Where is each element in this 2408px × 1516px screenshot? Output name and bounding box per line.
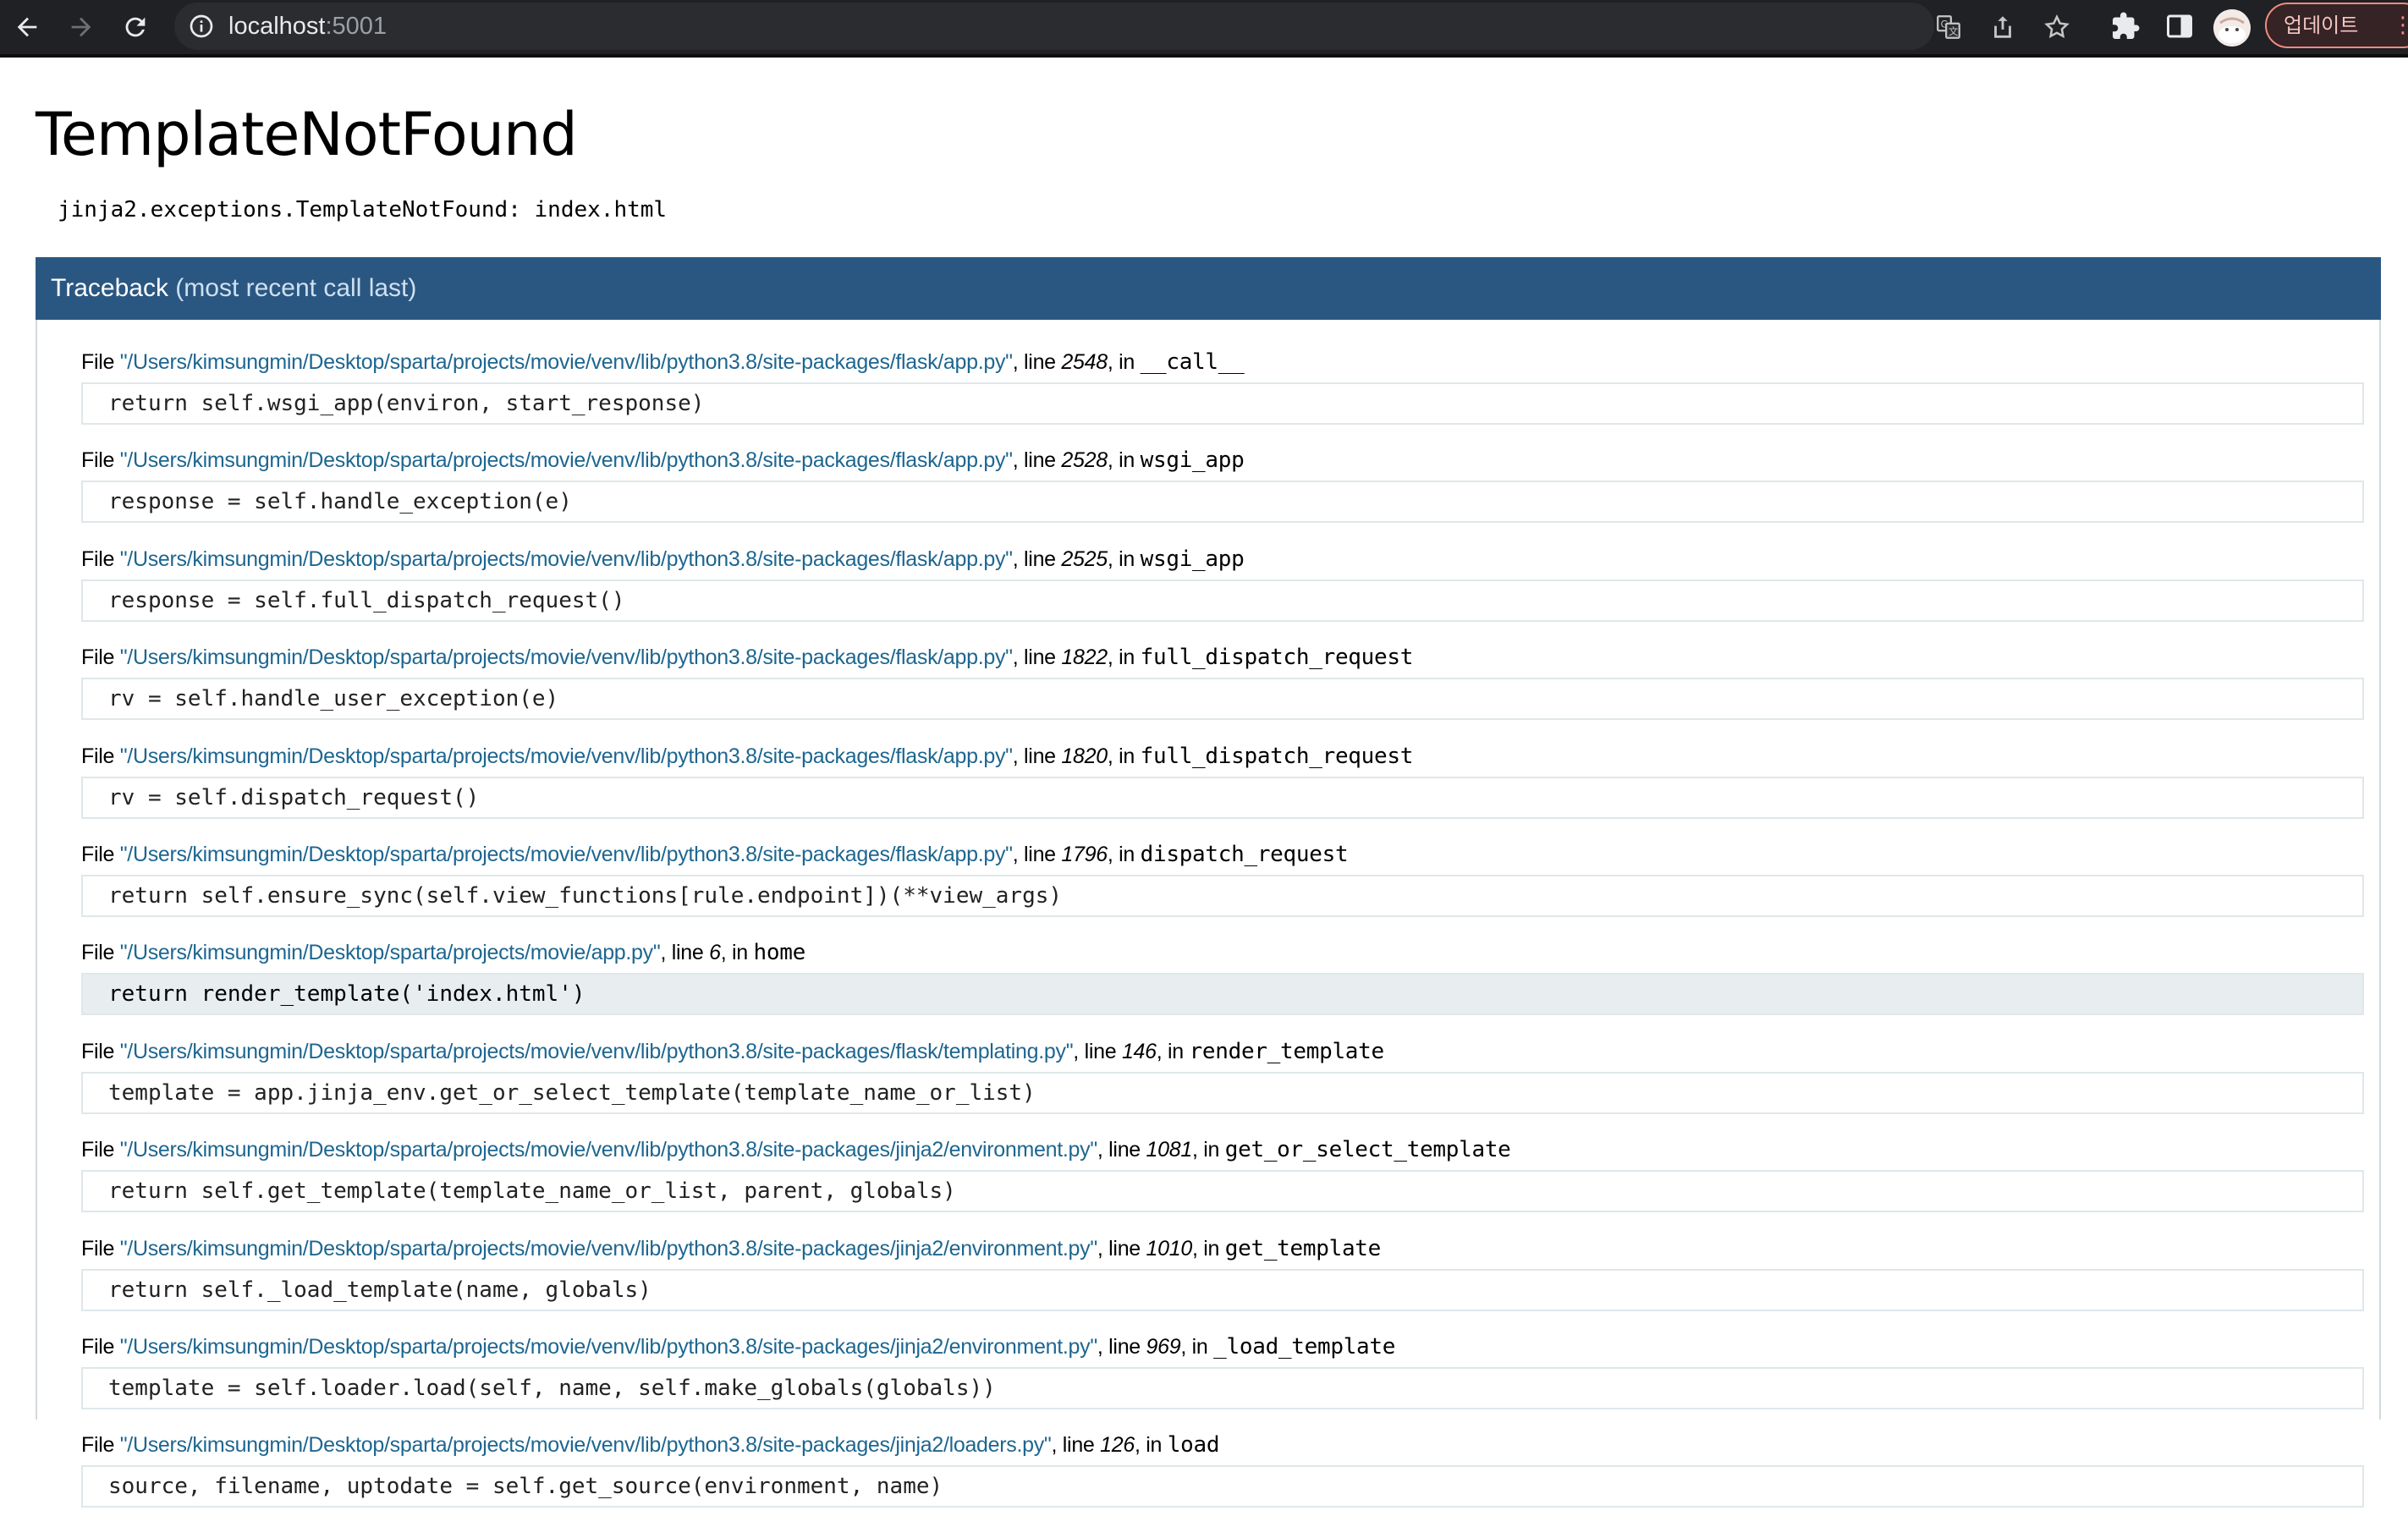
traceback-header: Traceback (most recent call last) <box>36 257 2381 320</box>
frame-function-name: __call__ <box>1140 349 1245 375</box>
frame-location: File "/Users/kimsungmin/Desktop/sparta/p… <box>81 1137 1511 1163</box>
frame-location: File "/Users/kimsungmin/Desktop/sparta/p… <box>81 448 1245 474</box>
frame-line-number: 1081 <box>1146 1138 1193 1162</box>
frame-line-number: 126 <box>1100 1433 1135 1458</box>
frame-source-line[interactable]: return render_template('index.html') <box>81 973 2364 1016</box>
traceback-frame: File "/Users/kimsungmin/Desktop/sparta/p… <box>37 640 2383 728</box>
browser-toolbar: localhost:5001 G 文 업데이트 ⋮ <box>0 0 2408 58</box>
frame-location: File "/Users/kimsungmin/Desktop/sparta/p… <box>81 1334 1396 1359</box>
traceback-frame: File "/Users/kimsungmin/Desktop/sparta/p… <box>37 542 2383 630</box>
frame-line-number: 2548 <box>1061 350 1108 374</box>
frame-location: File "/Users/kimsungmin/Desktop/sparta/p… <box>81 645 1414 671</box>
frame-function-name: _load_template <box>1213 1334 1396 1359</box>
frame-line-number: 969 <box>1146 1335 1181 1359</box>
translate-icon[interactable]: G 文 <box>1934 13 1963 41</box>
frame-source-line[interactable]: rv = self.dispatch_request() <box>81 776 2364 819</box>
traceback-frame: File "/Users/kimsungmin/Desktop/sparta/p… <box>37 1330 2383 1418</box>
frame-file-path[interactable]: "/Users/kimsungmin/Desktop/sparta/projec… <box>120 547 1013 571</box>
forward-icon[interactable] <box>63 8 100 46</box>
frame-line-number: 2525 <box>1061 547 1108 571</box>
frame-source-line[interactable]: return self.wsgi_app(environ, start_resp… <box>81 382 2364 425</box>
frame-source-line[interactable]: response = self.handle_exception(e) <box>81 481 2364 524</box>
profile-avatar[interactable] <box>2213 9 2251 47</box>
frame-source-line[interactable]: return self.ensure_sync(self.view_functi… <box>81 875 2364 917</box>
frame-function-name: load <box>1167 1432 1220 1458</box>
frame-source-line[interactable]: rv = self.handle_user_exception(e) <box>81 678 2364 721</box>
url-port: :5001 <box>325 13 388 40</box>
frame-function-name: wsgi_app <box>1140 546 1245 572</box>
traceback-label: Traceback <box>51 274 168 302</box>
frame-file-path[interactable]: "/Users/kimsungmin/Desktop/sparta/projec… <box>120 843 1013 866</box>
page-title: TemplateNotFound <box>36 100 578 169</box>
frame-line-number: 1796 <box>1061 843 1108 866</box>
frame-file-path[interactable]: "/Users/kimsungmin/Desktop/sparta/projec… <box>120 1138 1097 1162</box>
frame-location: File "/Users/kimsungmin/Desktop/sparta/p… <box>81 743 1414 769</box>
address-bar[interactable]: localhost:5001 G 文 <box>174 3 2070 50</box>
frame-location: File "/Users/kimsungmin/Desktop/sparta/p… <box>81 1038 1385 1064</box>
extensions-icon[interactable] <box>2110 11 2141 41</box>
error-message: jinja2.exceptions.TemplateNotFound: inde… <box>58 197 668 222</box>
frame-line-number: 1010 <box>1146 1236 1193 1261</box>
back-icon[interactable] <box>8 8 46 46</box>
frame-function-name: get_template <box>1224 1235 1382 1261</box>
frame-line-number: 1822 <box>1061 645 1108 670</box>
frame-source-line[interactable]: source, filename, uptodate = self.get_so… <box>81 1465 2364 1508</box>
traceback-frame: File "/Users/kimsungmin/Desktop/sparta/p… <box>37 936 2383 1024</box>
frame-location: File "/Users/kimsungmin/Desktop/sparta/p… <box>81 1432 1220 1458</box>
frame-file-path[interactable]: "/Users/kimsungmin/Desktop/sparta/projec… <box>120 941 661 964</box>
frame-location: File "/Users/kimsungmin/Desktop/sparta/p… <box>81 1235 1382 1261</box>
frame-file-path[interactable]: "/Users/kimsungmin/Desktop/sparta/projec… <box>120 1040 1074 1063</box>
traceback-frame: File "/Users/kimsungmin/Desktop/sparta/p… <box>37 739 2383 827</box>
frame-file-path[interactable]: "/Users/kimsungmin/Desktop/sparta/projec… <box>120 350 1013 374</box>
frame-file-path[interactable]: "/Users/kimsungmin/Desktop/sparta/projec… <box>120 1335 1097 1359</box>
reload-icon[interactable] <box>117 8 154 46</box>
frame-line-number: 1820 <box>1061 744 1108 768</box>
frame-location: File "/Users/kimsungmin/Desktop/sparta/p… <box>81 842 1349 867</box>
traceback-frame: File "/Users/kimsungmin/Desktop/sparta/p… <box>37 443 2383 531</box>
frame-source-line[interactable]: template = self.loader.load(self, name, … <box>81 1367 2364 1409</box>
update-label: 업데이트 <box>2284 14 2359 37</box>
frame-line-number: 146 <box>1121 1039 1157 1063</box>
frame-source-line[interactable]: response = self.full_dispatch_request() <box>81 579 2364 622</box>
traceback-body: File "/Users/kimsungmin/Desktop/sparta/p… <box>36 320 2383 1508</box>
svg-text:文: 文 <box>1949 25 1958 37</box>
site-info-icon[interactable] <box>188 13 215 40</box>
frame-function-name: get_or_select_template <box>1224 1137 1511 1163</box>
frame-file-path[interactable]: "/Users/kimsungmin/Desktop/sparta/projec… <box>120 744 1013 768</box>
traceback-frame: File "/Users/kimsungmin/Desktop/sparta/p… <box>37 1232 2383 1320</box>
traceback-note: (most recent call last) <box>175 274 417 302</box>
frame-file-path[interactable]: "/Users/kimsungmin/Desktop/sparta/projec… <box>120 448 1013 472</box>
frame-function-name: full_dispatch_request <box>1140 645 1414 671</box>
update-button[interactable]: 업데이트 ⋮ <box>2265 3 2408 48</box>
frame-function-name: render_template <box>1189 1038 1385 1064</box>
frame-line-number: 2528 <box>1061 448 1108 473</box>
frame-source-line[interactable]: return self.get_template(template_name_o… <box>81 1170 2364 1213</box>
traceback-frame: File "/Users/kimsungmin/Desktop/sparta/p… <box>37 838 2383 926</box>
traceback-frame: File "/Users/kimsungmin/Desktop/sparta/p… <box>37 345 2383 433</box>
frame-source-line[interactable]: template = app.jinja_env.get_or_select_t… <box>81 1071 2364 1114</box>
frame-line-number: 6 <box>709 941 721 965</box>
url-host: localhost <box>228 13 326 40</box>
frame-file-path[interactable]: "/Users/kimsungmin/Desktop/sparta/projec… <box>120 645 1013 669</box>
frame-function-name: full_dispatch_request <box>1140 743 1414 769</box>
more-menu-icon[interactable]: ⋮ <box>2392 4 2408 47</box>
frame-location: File "/Users/kimsungmin/Desktop/sparta/p… <box>81 546 1245 572</box>
frame-source-line[interactable]: return self._load_template(name, globals… <box>81 1268 2364 1311</box>
bookmark-star-icon[interactable] <box>2042 13 2071 41</box>
url-text[interactable]: localhost:5001 <box>228 3 387 50</box>
share-icon[interactable] <box>1988 13 2017 41</box>
traceback-frame: File "/Users/kimsungmin/Desktop/sparta/p… <box>37 1035 2383 1123</box>
frame-location: File "/Users/kimsungmin/Desktop/sparta/p… <box>81 940 806 966</box>
traceback-frame: File "/Users/kimsungmin/Desktop/sparta/p… <box>37 1133 2383 1221</box>
frame-function-name: wsgi_app <box>1140 448 1245 474</box>
traceback-frame: File "/Users/kimsungmin/Desktop/sparta/p… <box>37 1428 2383 1516</box>
frame-file-path[interactable]: "/Users/kimsungmin/Desktop/sparta/projec… <box>120 1433 1052 1457</box>
frame-location: File "/Users/kimsungmin/Desktop/sparta/p… <box>81 349 1245 375</box>
frame-function-name: dispatch_request <box>1140 842 1349 867</box>
frame-function-name: home <box>753 940 806 966</box>
frame-file-path[interactable]: "/Users/kimsungmin/Desktop/sparta/projec… <box>120 1237 1097 1261</box>
side-panel-icon[interactable] <box>2164 11 2195 41</box>
